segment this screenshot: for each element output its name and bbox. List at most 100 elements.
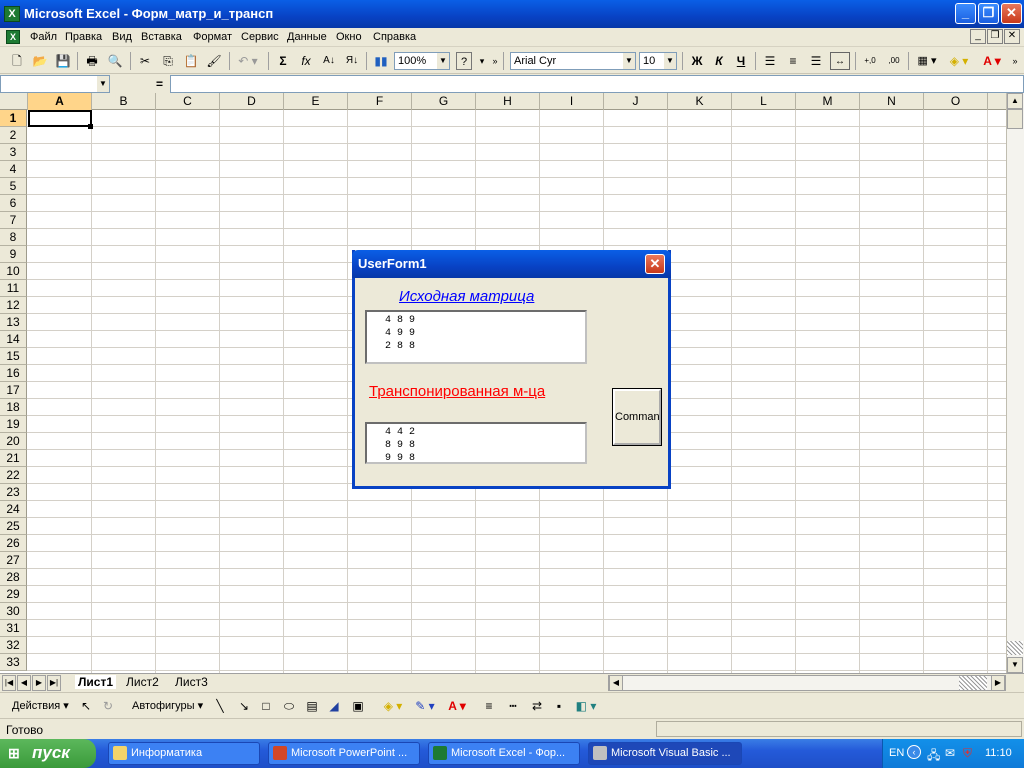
first-sheet-icon[interactable]: |◀ [2,675,16,691]
bold-button[interactable]: Ж [688,52,706,70]
column-header[interactable]: C [156,93,220,110]
menu-edit[interactable]: Правка [65,31,102,43]
formula-equals[interactable]: = [156,77,163,91]
chart-wizard-icon[interactable]: ▮▮ [372,52,390,70]
oval-icon[interactable]: ⬭ [280,697,298,715]
sheet-tab-2[interactable]: Лист2 [126,675,159,689]
formula-input[interactable] [170,75,1024,93]
transposed-matrix-textbox[interactable]: 4 4 2 8 9 8 9 9 8 [365,422,587,464]
row-header[interactable]: 20 [0,433,27,450]
print-preview-icon[interactable]: 🔍 [106,52,124,70]
decrease-decimal-icon[interactable]: ,00 [884,52,904,70]
fill-color-draw-icon[interactable]: ◈ ▾ [380,697,406,715]
row-header[interactable]: 1 [0,110,27,127]
row-header[interactable]: 24 [0,501,27,518]
row-header[interactable]: 29 [0,586,27,603]
overflow-chevron-icon[interactable]: » [490,52,500,70]
row-header[interactable]: 30 [0,603,27,620]
task-powerpoint[interactable]: Microsoft PowerPoint ... [268,742,420,765]
scroll-thumb[interactable] [1007,109,1023,129]
horizontal-scrollbar[interactable]: ◀ ▶ [608,675,1006,691]
doc-close-button[interactable]: ✕ [1004,29,1020,44]
menu-view[interactable]: Вид [112,31,132,43]
clipart-icon[interactable]: ▣ [350,697,366,715]
command-button[interactable]: CommandButton1 [612,388,662,446]
row-header[interactable]: 19 [0,416,27,433]
network-icon[interactable]: 🖧 [927,746,940,767]
chevron-down-icon[interactable]: ▼ [623,53,635,69]
toolbar-options-icon[interactable]: ▾ [477,52,487,70]
row-header[interactable]: 12 [0,297,27,314]
row-header[interactable]: 22 [0,467,27,484]
fill-handle[interactable] [88,124,93,129]
minimize-button[interactable]: _ [955,3,976,24]
h-split-handle[interactable] [959,676,987,690]
menu-window[interactable]: Окно [336,31,362,43]
column-header[interactable]: L [732,93,796,110]
clock[interactable]: 11:10 [985,747,1012,759]
column-header[interactable]: I [540,93,604,110]
scroll-down-icon[interactable]: ▼ [1007,657,1023,673]
save-icon[interactable]: 💾 [54,52,72,70]
column-header[interactable]: F [348,93,412,110]
sheet-tab-3[interactable]: Лист3 [175,675,208,689]
scroll-left-icon[interactable]: ◀ [609,675,623,691]
row-header[interactable]: 11 [0,280,27,297]
row-header[interactable]: 15 [0,348,27,365]
split-handle[interactable] [1007,641,1023,655]
copy-icon[interactable]: ⎘ [159,52,177,70]
row-header[interactable]: 25 [0,518,27,535]
row-header[interactable]: 13 [0,314,27,331]
arrow-style-icon[interactable]: ⇄ [528,697,546,715]
select-all-corner[interactable] [0,93,28,110]
row-header[interactable]: 21 [0,450,27,467]
rectangle-icon[interactable]: □ [258,697,274,715]
row-header[interactable]: 32 [0,637,27,654]
dash-style-icon[interactable]: ┅ [504,697,522,715]
column-header[interactable]: N [860,93,924,110]
line-color-icon[interactable]: ✎ ▾ [412,697,438,715]
last-sheet-icon[interactable]: ▶| [47,675,61,691]
chevron-down-icon[interactable]: ▼ [437,53,449,69]
restore-button[interactable]: ❐ [978,3,999,24]
function-icon[interactable]: fx [297,52,315,70]
doc-restore-button[interactable]: ❐ [987,29,1003,44]
next-sheet-icon[interactable]: ▶ [32,675,46,691]
row-header[interactable]: 8 [0,229,27,246]
menu-format[interactable]: Формат [193,31,232,43]
zoom-combo[interactable]: 100% ▼ [394,52,450,70]
prev-sheet-icon[interactable]: ◀ [17,675,31,691]
row-header[interactable]: 28 [0,569,27,586]
chevron-down-icon[interactable]: ▼ [97,76,109,92]
doc-minimize-button[interactable]: _ [970,29,986,44]
autoshapes-menu[interactable]: Автофигуры ▾ [132,699,203,712]
chevron-left-icon[interactable]: ‹ [907,745,921,759]
row-header[interactable]: 26 [0,535,27,552]
workbook-icon[interactable]: X [6,30,20,44]
column-header[interactable]: M [796,93,860,110]
underline-button[interactable]: Ч [732,52,750,70]
line-style-icon[interactable]: ≡ [480,697,498,715]
row-header[interactable]: 5 [0,178,27,195]
column-header[interactable]: J [604,93,668,110]
row-header[interactable]: 4 [0,161,27,178]
borders-icon[interactable]: ▦ ▾ [913,52,941,70]
security-shield-icon[interactable]: ⛨ [963,746,972,761]
task-informatika[interactable]: Информатика [108,742,260,765]
fill-color-icon[interactable]: ◈ ▾ [945,52,973,70]
start-button[interactable]: ⊞ пуск [0,739,96,768]
select-pointer-icon[interactable]: ↖ [78,697,94,715]
column-header[interactable]: O [924,93,988,110]
row-header[interactable]: 14 [0,331,27,348]
rotate-icon[interactable]: ↻ [100,697,116,715]
source-matrix-textbox[interactable]: 4 8 9 4 9 9 2 8 8 [365,310,587,364]
sort-desc-icon[interactable]: Я↓ [343,52,361,70]
task-excel[interactable]: Microsoft Excel - Фор... [428,742,580,765]
row-header[interactable]: 10 [0,263,27,280]
sheet-tab-1[interactable]: Лист1 [75,675,117,689]
menu-tools[interactable]: Сервис [241,31,279,43]
userform-close-button[interactable]: ✕ [645,254,665,274]
help-icon[interactable]: ? [456,52,472,70]
scroll-right-icon[interactable]: ▶ [991,675,1005,691]
row-header[interactable]: 33 [0,654,27,671]
